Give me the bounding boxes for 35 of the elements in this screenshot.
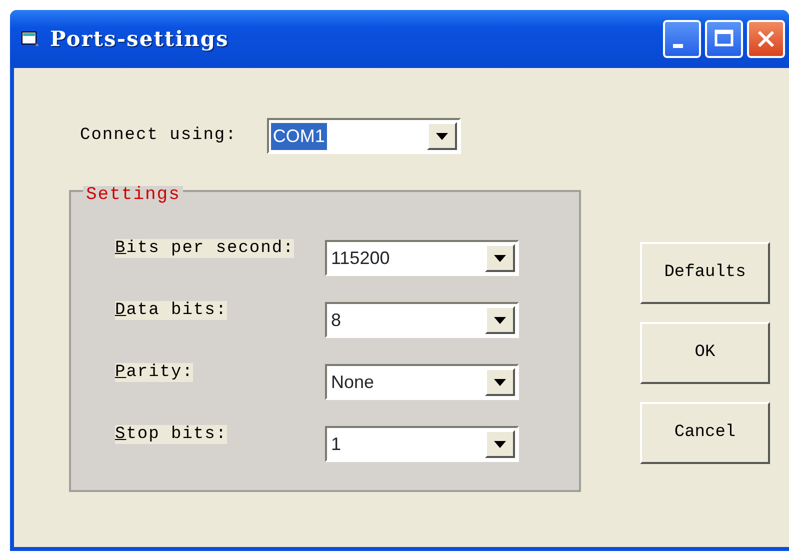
group-title: Settings — [83, 186, 184, 204]
settings-dropdown[interactable]: 115200 — [325, 240, 519, 276]
close-icon — [755, 28, 777, 50]
dropdown-value: 115200 — [330, 246, 391, 270]
dropdown-arrow-button[interactable] — [485, 430, 515, 458]
dropdown-value: 1 — [330, 432, 342, 456]
dialog-button[interactable]: OK — [640, 322, 770, 384]
dialog-button[interactable]: Defaults — [640, 242, 770, 304]
dropdown-arrow-button[interactable] — [485, 244, 515, 272]
field-label: Bits per second: — [115, 238, 296, 260]
maximize-button[interactable] — [705, 20, 743, 58]
dropdown-value: None — [330, 370, 376, 394]
minimize-button[interactable] — [663, 20, 701, 58]
dropdown-arrow-button[interactable] — [485, 368, 515, 396]
field-label: Parity: — [115, 362, 194, 384]
field-label: Data bits: — [115, 300, 228, 322]
close-button[interactable] — [747, 20, 785, 58]
dropdown-arrow-button[interactable] — [485, 306, 515, 334]
caret-icon — [436, 132, 448, 140]
caret-icon — [494, 440, 506, 448]
minimize-icon — [673, 44, 683, 48]
caret-icon — [494, 378, 506, 386]
field-label: Stop bits: — [115, 424, 228, 446]
dialog-button[interactable]: Cancel — [640, 402, 770, 464]
dropdown-arrow-button[interactable] — [426, 122, 457, 150]
window-icon — [20, 30, 40, 48]
dropdown-value: 8 — [330, 308, 342, 332]
settings-dropdown[interactable]: None — [325, 364, 519, 400]
settings-dropdown[interactable]: 1 — [325, 426, 519, 462]
connect-using-dropdown[interactable]: COM1 — [266, 118, 461, 154]
caret-icon — [494, 254, 506, 262]
settings-dropdown[interactable]: 8 — [325, 302, 519, 338]
window-title: Ports-settings — [50, 25, 230, 54]
port-value: COM1 — [270, 122, 327, 150]
caret-icon — [494, 316, 506, 324]
